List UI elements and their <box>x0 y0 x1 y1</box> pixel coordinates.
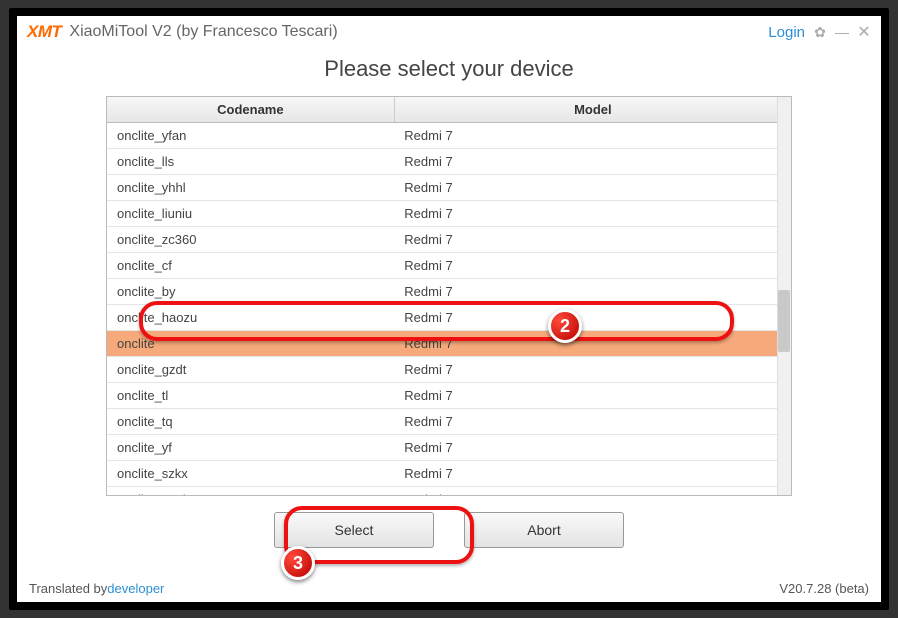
table-row[interactable]: onclite_yhhlRedmi 7 <box>107 175 791 201</box>
table-row[interactable]: oncliteRedmi 7 <box>107 331 791 357</box>
cell-model: Redmi 7 <box>394 409 791 435</box>
table-row[interactable]: onclite_liuniuRedmi 7 <box>107 201 791 227</box>
cell-codename: onclite_tl <box>107 383 394 409</box>
cell-codename: onclite_liuniu <box>107 201 394 227</box>
footer: Translated by developer V20.7.28 (beta) <box>29 581 869 596</box>
cell-model: Redmi 7 <box>394 435 791 461</box>
scrollbar[interactable] <box>777 97 791 495</box>
table-row[interactable]: onclite_zc360Redmi 7 <box>107 227 791 253</box>
translated-label: Translated by <box>29 581 107 596</box>
device-table: Codename Model onclite_yfanRedmi 7onclit… <box>107 97 791 496</box>
app-title: XiaoMiTool V2 (by Francesco Tescari) <box>69 23 337 41</box>
cell-codename: onclite <box>107 331 394 357</box>
abort-button[interactable]: Abort <box>464 512 624 548</box>
cell-model: Redmi 7 <box>394 227 791 253</box>
titlebar: XMT XiaoMiTool V2 (by Francesco Tescari)… <box>17 16 881 48</box>
cell-model: Redmi 7 <box>394 357 791 383</box>
cell-codename: onclite_haozu <box>107 305 394 331</box>
cell-model: Redmi 7 <box>394 461 791 487</box>
col-header-codename[interactable]: Codename <box>107 97 394 123</box>
cell-codename: onclite_yhhl <box>107 175 394 201</box>
cell-codename: onclite_yfan <box>107 123 394 149</box>
select-button[interactable]: Select <box>274 512 434 548</box>
table-row[interactable]: onclite_yfRedmi 7 <box>107 435 791 461</box>
table-row[interactable]: onclite_yunkeRedmi 7 <box>107 487 791 497</box>
cell-model: Redmi 7 <box>394 487 791 497</box>
table-row[interactable]: onclite_tqRedmi 7 <box>107 409 791 435</box>
table-row[interactable]: onclite_tlRedmi 7 <box>107 383 791 409</box>
table-row[interactable]: onclite_llsRedmi 7 <box>107 149 791 175</box>
cell-codename: onclite_yf <box>107 435 394 461</box>
cell-model: Redmi 7 <box>394 253 791 279</box>
cell-codename: onclite_tq <box>107 409 394 435</box>
table-row[interactable]: onclite_gzdtRedmi 7 <box>107 357 791 383</box>
button-row: Select Abort <box>17 512 881 548</box>
table-row[interactable]: onclite_byRedmi 7 <box>107 279 791 305</box>
login-link[interactable]: Login <box>768 24 805 41</box>
cell-model: Redmi 7 <box>394 279 791 305</box>
cell-codename: onclite_yunke <box>107 487 394 497</box>
table-row[interactable]: onclite_haozuRedmi 7 <box>107 305 791 331</box>
cell-codename: onclite_by <box>107 279 394 305</box>
annotation-badge-3: 3 <box>281 546 315 580</box>
cell-model: Redmi 7 <box>394 305 791 331</box>
version-label: V20.7.28 (beta) <box>779 581 869 596</box>
table-row[interactable]: onclite_szkxRedmi 7 <box>107 461 791 487</box>
close-icon[interactable]: ✕ <box>857 25 871 39</box>
cell-model: Redmi 7 <box>394 149 791 175</box>
cell-codename: onclite_cf <box>107 253 394 279</box>
cell-codename: onclite_szkx <box>107 461 394 487</box>
gear-icon[interactable]: ✿ <box>813 25 827 39</box>
table-row[interactable]: onclite_cfRedmi 7 <box>107 253 791 279</box>
cell-codename: onclite_zc360 <box>107 227 394 253</box>
table-row[interactable]: onclite_yfanRedmi 7 <box>107 123 791 149</box>
cell-model: Redmi 7 <box>394 331 791 357</box>
cell-model: Redmi 7 <box>394 383 791 409</box>
cell-model: Redmi 7 <box>394 201 791 227</box>
scrollbar-thumb[interactable] <box>778 290 790 352</box>
cell-codename: onclite_lls <box>107 149 394 175</box>
col-header-model[interactable]: Model <box>394 97 791 123</box>
cell-model: Redmi 7 <box>394 175 791 201</box>
page-heading: Please select your device <box>17 56 881 82</box>
cell-codename: onclite_gzdt <box>107 357 394 383</box>
app-window: XMT XiaoMiTool V2 (by Francesco Tescari)… <box>17 16 881 602</box>
developer-link[interactable]: developer <box>107 581 164 596</box>
cell-model: Redmi 7 <box>394 123 791 149</box>
annotation-badge-2: 2 <box>548 309 582 343</box>
device-table-container: Codename Model onclite_yfanRedmi 7onclit… <box>106 96 792 496</box>
app-logo: XMT <box>27 22 61 42</box>
minimize-icon[interactable]: — <box>835 25 849 39</box>
